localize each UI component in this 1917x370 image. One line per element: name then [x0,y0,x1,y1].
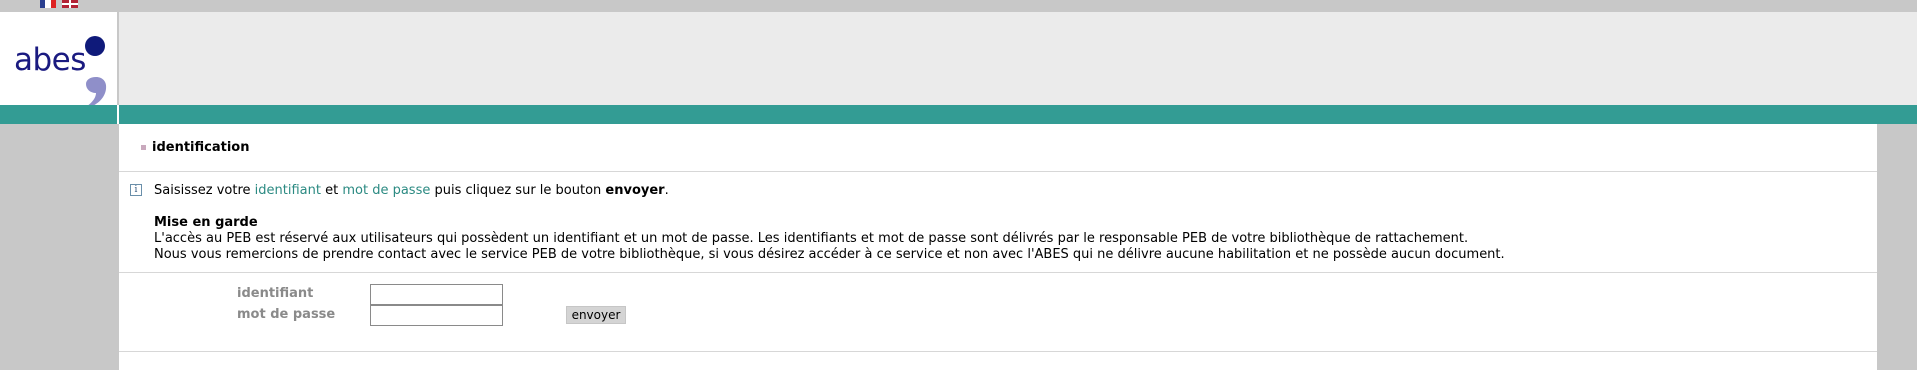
password-label: mot de passe [237,307,336,322]
warning-line-2: Nous vous remercions de prendre contact … [154,247,1505,262]
warning-title: Mise en garde [154,215,258,230]
logo-comma-icon [86,77,107,108]
password-input[interactable] [370,305,503,326]
identifiant-label: identifiant [237,286,314,301]
instructions-and: et [320,183,343,198]
instructions-button-name: envoyer [605,183,665,198]
logo-text: abes [14,42,86,78]
submit-button[interactable]: envoyer [566,306,626,324]
section-title: identification [152,140,250,155]
divider [119,272,1877,273]
identifiant-input[interactable] [370,284,503,305]
instructions-prefix: Saisissez votre [154,183,255,198]
abes-logo[interactable]: abes [0,12,117,108]
accent-bar [0,105,1917,124]
password-link[interactable]: mot de passe [342,183,430,198]
flag-en-icon[interactable] [62,0,78,8]
right-margin [1877,124,1917,370]
section-header: identification [141,140,249,155]
language-switcher [40,0,78,8]
header-banner [119,12,1917,105]
identifiant-link[interactable]: identifiant [255,183,321,198]
info-icon: i [130,184,142,196]
logo-dot-icon [85,36,105,56]
bullet-icon [141,145,146,150]
main-content: identification i Saisissez votre identif… [119,124,1877,370]
divider [119,171,1877,172]
top-bar [0,0,1917,12]
left-margin [0,124,117,370]
warning-line-1: L'accès au PEB est réservé aux utilisate… [154,231,1469,246]
instructions-text: Saisissez votre identifiant et mot de pa… [154,183,669,198]
flag-fr-icon[interactable] [40,0,56,8]
divider [119,351,1877,352]
instructions-middle: puis cliquez sur le bouton [430,183,606,198]
instructions-suffix: . [664,183,669,198]
accent-bar-divider [117,105,119,124]
